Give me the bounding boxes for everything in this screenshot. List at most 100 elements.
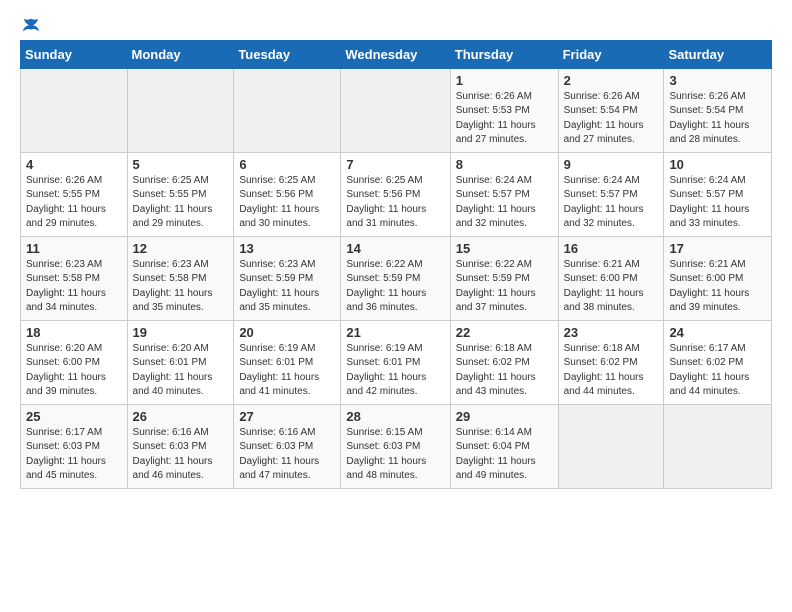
calendar-cell: 23 Sunrise: 6:18 AMSunset: 6:02 PMDayligh…: [558, 320, 664, 404]
calendar-week-3: 11 Sunrise: 6:23 AMSunset: 5:58 PMDayligh…: [21, 236, 772, 320]
logo: [20, 16, 40, 32]
header-cell-sunday: Sunday: [21, 40, 128, 68]
day-number: 4: [26, 157, 122, 172]
day-number: 19: [133, 325, 229, 340]
day-info: Sunrise: 6:23 AMSunset: 5:58 PMDaylight:…: [133, 258, 229, 316]
day-info: Sunrise: 6:24 AMSunset: 5:57 PMDaylight:…: [456, 174, 553, 232]
day-number: 24: [669, 325, 766, 340]
day-info: Sunrise: 6:26 AMSunset: 5:54 PMDaylight:…: [564, 90, 659, 148]
logo-bird-icon: [22, 17, 40, 35]
day-number: 15: [456, 241, 553, 256]
calendar-cell: 13 Sunrise: 6:23 AMSunset: 5:59 PMDayligh…: [234, 236, 341, 320]
day-number: 12: [133, 241, 229, 256]
day-number: 16: [564, 241, 659, 256]
day-info: Sunrise: 6:26 AMSunset: 5:54 PMDaylight:…: [669, 90, 766, 148]
day-info: Sunrise: 6:25 AMSunset: 5:56 PMDaylight:…: [346, 174, 444, 232]
calendar-cell: 25 Sunrise: 6:17 AMSunset: 6:03 PMDayligh…: [21, 404, 128, 488]
calendar-header: SundayMondayTuesdayWednesdayThursdayFrid…: [21, 40, 772, 68]
day-number: 13: [239, 241, 335, 256]
calendar-cell: [127, 68, 234, 152]
calendar-cell: 3 Sunrise: 6:26 AMSunset: 5:54 PMDaylight…: [664, 68, 772, 152]
day-info: Sunrise: 6:25 AMSunset: 5:55 PMDaylight:…: [133, 174, 229, 232]
calendar-cell: 8 Sunrise: 6:24 AMSunset: 5:57 PMDaylight…: [450, 152, 558, 236]
calendar-cell: 12 Sunrise: 6:23 AMSunset: 5:58 PMDayligh…: [127, 236, 234, 320]
calendar-cell: 24 Sunrise: 6:17 AMSunset: 6:02 PMDayligh…: [664, 320, 772, 404]
day-number: 27: [239, 409, 335, 424]
calendar-cell: 17 Sunrise: 6:21 AMSunset: 6:00 PMDayligh…: [664, 236, 772, 320]
calendar-cell: 14 Sunrise: 6:22 AMSunset: 5:59 PMDayligh…: [341, 236, 450, 320]
calendar-cell: 20Sunrise: 6:19 AMSunset: 6:01 PMDayligh…: [234, 320, 341, 404]
day-info: Sunrise: 6:22 AMSunset: 5:59 PMDaylight:…: [346, 258, 444, 316]
calendar-cell: 1 Sunrise: 6:26 AMSunset: 5:53 PMDaylight…: [450, 68, 558, 152]
day-number: 17: [669, 241, 766, 256]
day-number: 23: [564, 325, 659, 340]
day-info: Sunrise: 6:26 AMSunset: 5:55 PMDaylight:…: [26, 174, 122, 232]
day-info: Sunrise: 6:25 AMSunset: 5:56 PMDaylight:…: [239, 174, 335, 232]
day-info: Sunrise: 6:21 AMSunset: 6:00 PMDaylight:…: [564, 258, 659, 316]
calendar-cell: 29 Sunrise: 6:14 AMSunset: 6:04 PMDayligh…: [450, 404, 558, 488]
day-number: 29: [456, 409, 553, 424]
calendar-cell: [234, 68, 341, 152]
calendar-week-5: 25 Sunrise: 6:17 AMSunset: 6:03 PMDayligh…: [21, 404, 772, 488]
day-number: 1: [456, 73, 553, 88]
page-header: [20, 16, 772, 32]
header-cell-thursday: Thursday: [450, 40, 558, 68]
calendar-cell: 4 Sunrise: 6:26 AMSunset: 5:55 PMDaylight…: [21, 152, 128, 236]
day-number: 2: [564, 73, 659, 88]
day-number: 25: [26, 409, 122, 424]
day-number: 8: [456, 157, 553, 172]
header-cell-monday: Monday: [127, 40, 234, 68]
calendar-table: SundayMondayTuesdayWednesdayThursdayFrid…: [20, 40, 772, 489]
day-number: 5: [133, 157, 229, 172]
calendar-cell: 16 Sunrise: 6:21 AMSunset: 6:00 PMDayligh…: [558, 236, 664, 320]
day-info: Sunrise: 6:18 AMSunset: 6:02 PMDaylight:…: [564, 342, 659, 400]
day-number: 3: [669, 73, 766, 88]
day-info: Sunrise: 6:24 AMSunset: 5:57 PMDaylight:…: [669, 174, 766, 232]
day-info: Sunrise: 6:20 AMSunset: 6:01 PMDaylight:…: [133, 342, 229, 400]
logo-text: [20, 16, 40, 36]
day-info: Sunrise: 6:21 AMSunset: 6:00 PMDaylight:…: [669, 258, 766, 316]
day-number: 11: [26, 241, 122, 256]
day-info: Sunrise: 6:23 AMSunset: 5:58 PMDaylight:…: [26, 258, 122, 316]
day-number: 14: [346, 241, 444, 256]
calendar-cell: 21Sunrise: 6:19 AMSunset: 6:01 PMDayligh…: [341, 320, 450, 404]
calendar-cell: 2 Sunrise: 6:26 AMSunset: 5:54 PMDaylight…: [558, 68, 664, 152]
calendar-cell: 26 Sunrise: 6:16 AMSunset: 6:03 PMDayligh…: [127, 404, 234, 488]
calendar-cell: 6 Sunrise: 6:25 AMSunset: 5:56 PMDaylight…: [234, 152, 341, 236]
day-info: Sunrise: 6:23 AMSunset: 5:59 PMDaylight:…: [239, 258, 335, 316]
day-number: 9: [564, 157, 659, 172]
day-info: Sunrise: 6:26 AMSunset: 5:53 PMDaylight:…: [456, 90, 553, 148]
calendar-cell: 19 Sunrise: 6:20 AMSunset: 6:01 PMDayligh…: [127, 320, 234, 404]
calendar-cell: [341, 68, 450, 152]
calendar-week-2: 4 Sunrise: 6:26 AMSunset: 5:55 PMDaylight…: [21, 152, 772, 236]
calendar-week-1: 1 Sunrise: 6:26 AMSunset: 5:53 PMDaylight…: [21, 68, 772, 152]
calendar-cell: 22Sunrise: 6:18 AMSunset: 6:02 PMDayligh…: [450, 320, 558, 404]
day-number: 10: [669, 157, 766, 172]
calendar-body: 1 Sunrise: 6:26 AMSunset: 5:53 PMDaylight…: [21, 68, 772, 488]
day-number: 6: [239, 157, 335, 172]
header-cell-saturday: Saturday: [664, 40, 772, 68]
day-number: 26: [133, 409, 229, 424]
day-info: Sunrise: 6:18 AMSunset: 6:02 PMDaylight:…: [456, 342, 553, 400]
day-info: Sunrise: 6:16 AMSunset: 6:03 PMDaylight:…: [133, 426, 229, 484]
calendar-cell: 18Sunrise: 6:20 AMSunset: 6:00 PMDayligh…: [21, 320, 128, 404]
calendar-cell: [558, 404, 664, 488]
header-cell-friday: Friday: [558, 40, 664, 68]
day-number: 21: [346, 325, 444, 340]
day-info: Sunrise: 6:19 AMSunset: 6:01 PMDaylight:…: [239, 342, 335, 400]
day-info: Sunrise: 6:17 AMSunset: 6:03 PMDaylight:…: [26, 426, 122, 484]
day-number: 28: [346, 409, 444, 424]
calendar-cell: 9 Sunrise: 6:24 AMSunset: 5:57 PMDaylight…: [558, 152, 664, 236]
header-cell-wednesday: Wednesday: [341, 40, 450, 68]
day-info: Sunrise: 6:17 AMSunset: 6:02 PMDaylight:…: [669, 342, 766, 400]
calendar-cell: 11 Sunrise: 6:23 AMSunset: 5:58 PMDayligh…: [21, 236, 128, 320]
day-number: 7: [346, 157, 444, 172]
day-info: Sunrise: 6:24 AMSunset: 5:57 PMDaylight:…: [564, 174, 659, 232]
calendar-cell: 27Sunrise: 6:16 AMSunset: 6:03 PMDayligh…: [234, 404, 341, 488]
day-info: Sunrise: 6:14 AMSunset: 6:04 PMDaylight:…: [456, 426, 553, 484]
day-info: Sunrise: 6:15 AMSunset: 6:03 PMDaylight:…: [346, 426, 444, 484]
header-row: SundayMondayTuesdayWednesdayThursdayFrid…: [21, 40, 772, 68]
calendar-week-4: 18Sunrise: 6:20 AMSunset: 6:00 PMDayligh…: [21, 320, 772, 404]
calendar-cell: 5 Sunrise: 6:25 AMSunset: 5:55 PMDaylight…: [127, 152, 234, 236]
calendar-cell: 7 Sunrise: 6:25 AMSunset: 5:56 PMDaylight…: [341, 152, 450, 236]
